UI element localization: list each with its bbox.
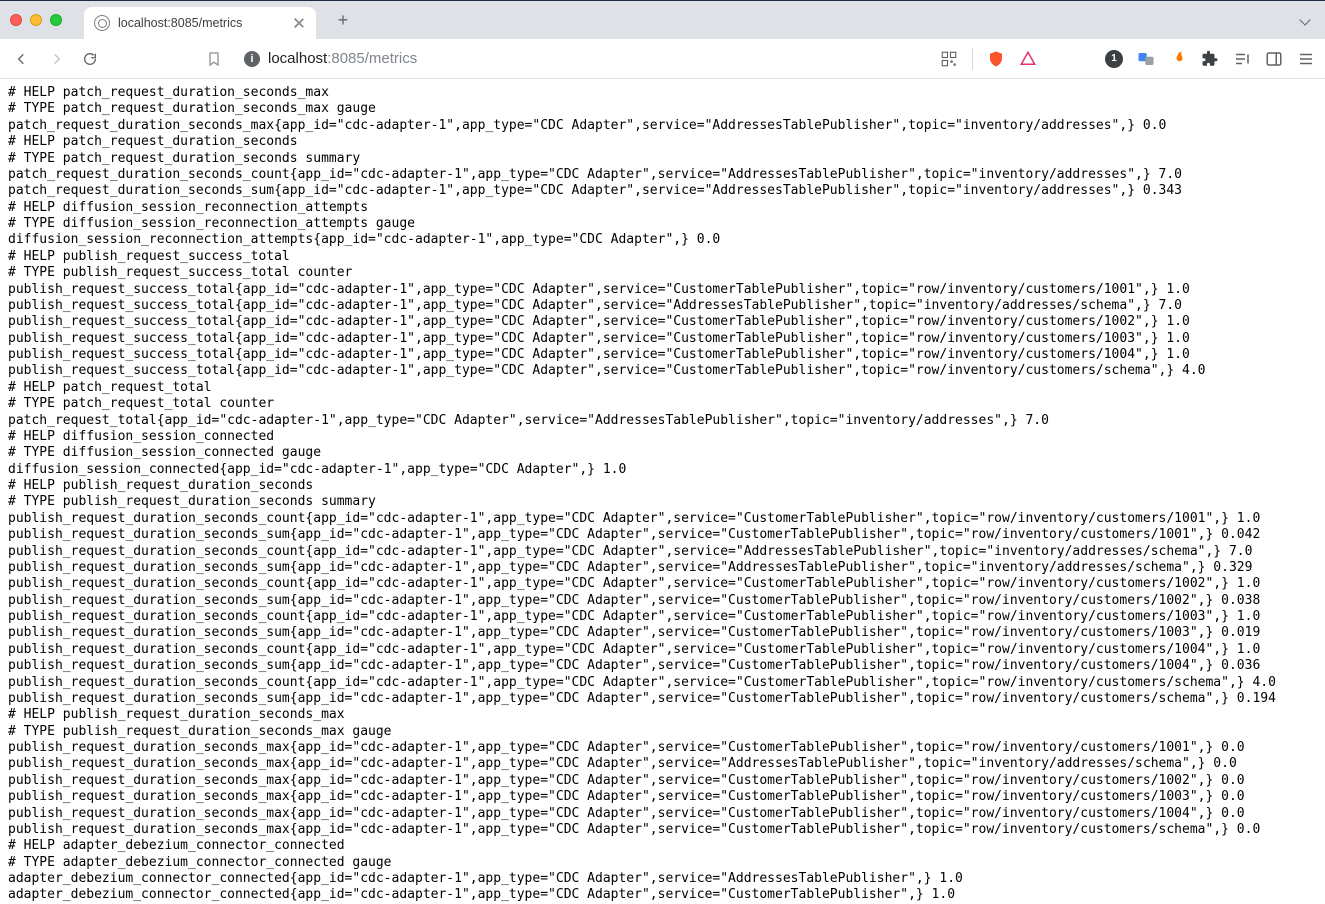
chevron-down-icon[interactable]: [1299, 13, 1313, 27]
bookmark-button[interactable]: [202, 47, 226, 71]
tab-close-button[interactable]: [292, 16, 306, 30]
window-close-button[interactable]: [10, 14, 22, 26]
url-host: localhost:8085/metrics: [268, 50, 417, 67]
back-button[interactable]: [10, 47, 34, 71]
forward-button[interactable]: [44, 47, 68, 71]
brave-shields-icon[interactable]: [987, 50, 1005, 68]
toolbar-divider: [972, 48, 973, 70]
window-zoom-button[interactable]: [50, 14, 62, 26]
translate-icon[interactable]: [1137, 50, 1155, 68]
arrow-right-icon: [48, 51, 64, 67]
reload-button[interactable]: [78, 47, 102, 71]
qr-icon[interactable]: [940, 50, 958, 68]
window-minimize-button[interactable]: [30, 14, 42, 26]
bookmark-icon: [206, 51, 222, 67]
tab-title: localhost:8085/metrics: [118, 16, 242, 30]
menu-icon[interactable]: [1297, 50, 1315, 68]
extensions-puzzle-icon[interactable]: [1201, 50, 1219, 68]
toolbar-right: 1: [940, 48, 1315, 70]
brave-rewards-icon[interactable]: [1019, 50, 1037, 68]
extensions-badge[interactable]: 1: [1105, 50, 1123, 68]
window-controls: [10, 14, 62, 26]
new-tab-button[interactable]: +: [330, 7, 356, 33]
site-info-icon[interactable]: i: [244, 51, 260, 67]
arrow-left-icon: [14, 51, 30, 67]
page-content[interactable]: # HELP patch_request_duration_seconds_ma…: [0, 79, 1325, 904]
globe-icon: [94, 15, 110, 31]
reading-list-icon[interactable]: [1233, 50, 1251, 68]
address-bar[interactable]: i localhost:8085/metrics: [244, 50, 417, 67]
tab-strip: localhost:8085/metrics +: [0, 1, 1325, 39]
toolbar: i localhost:8085/metrics 1: [0, 39, 1325, 79]
browser-window: localhost:8085/metrics + i localhost:808…: [0, 0, 1325, 904]
metrics-text: # HELP patch_request_duration_seconds_ma…: [8, 85, 1317, 904]
reload-icon: [82, 51, 98, 67]
sidebar-icon[interactable]: [1265, 50, 1283, 68]
extension-fire-icon[interactable]: [1169, 50, 1187, 68]
browser-tab[interactable]: localhost:8085/metrics: [84, 7, 316, 39]
